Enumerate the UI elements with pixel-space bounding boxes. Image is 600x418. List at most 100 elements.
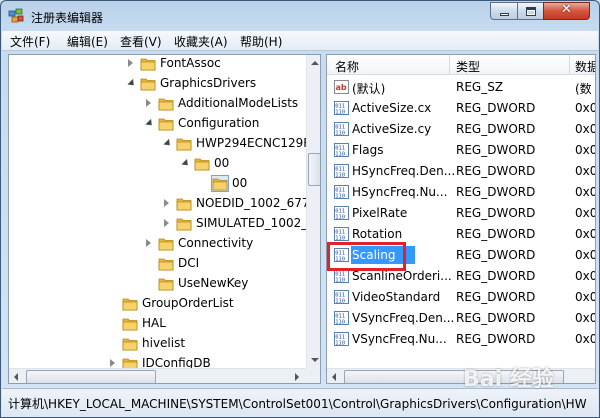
value-row[interactable]: 011 110 VSyncFreq.Nu... REG_DWORD 0x0 bbox=[327, 329, 595, 350]
value-row[interactable]: 011 110 HSyncFreq.Nu... REG_DWORD 0x0 bbox=[327, 182, 595, 203]
tree-item[interactable]: Configuration bbox=[9, 114, 309, 134]
tree-item[interactable]: AdditionalModeLists bbox=[9, 94, 309, 114]
svg-text:110: 110 bbox=[335, 173, 345, 179]
column-divider[interactable] bbox=[569, 55, 570, 75]
menu-file[interactable]: 文件(F) bbox=[10, 33, 50, 50]
tree-item[interactable]: HAL bbox=[9, 314, 309, 334]
menu-help[interactable]: 帮助(H) bbox=[240, 33, 282, 50]
menu-favorites[interactable]: 收藏夹(A) bbox=[174, 33, 228, 50]
collapsed-arrow-icon[interactable] bbox=[128, 59, 133, 67]
close-button[interactable]: ✕ bbox=[543, 2, 590, 20]
expanded-arrow-icon[interactable] bbox=[145, 118, 155, 129]
tree-item-label: 00 bbox=[214, 156, 230, 170]
title-bar[interactable]: 注册表编辑器 ✕ bbox=[1, 1, 599, 31]
scroll-down-button[interactable] bbox=[307, 352, 320, 368]
tree-item-label: DCI bbox=[178, 256, 200, 270]
tree-item-label: HWP294ECNC129R8 bbox=[196, 136, 320, 150]
tree-item[interactable]: hivelist bbox=[9, 334, 309, 354]
tree-item[interactable]: UseNewKey bbox=[9, 274, 309, 294]
registry-editor-window: 注册表编辑器 ✕ 文件(F) 编辑(E) 查看(V) 收藏夹(A) 帮助(H) … bbox=[0, 0, 600, 418]
value-type: REG_DWORD bbox=[456, 122, 536, 136]
svg-text:110: 110 bbox=[335, 215, 345, 221]
tree-vertical-scrollbar[interactable] bbox=[306, 55, 320, 368]
value-data: 0x0 bbox=[575, 227, 596, 241]
collapsed-arrow-icon[interactable] bbox=[110, 359, 115, 367]
value-row[interactable]: ab (默认) REG_SZ (数 bbox=[327, 77, 595, 98]
value-row[interactable]: 011 110 ActiveSize.cx REG_DWORD 0x0 bbox=[327, 98, 595, 119]
menu-edit[interactable]: 编辑(E) bbox=[67, 33, 108, 50]
column-header-data[interactable]: 数据 bbox=[575, 58, 595, 75]
tree-item[interactable]: DCI bbox=[9, 254, 309, 274]
scroll-right-button[interactable] bbox=[289, 369, 305, 383]
collapsed-arrow-icon[interactable] bbox=[146, 239, 151, 247]
value-type: REG_DWORD bbox=[456, 290, 536, 304]
collapsed-arrow-icon[interactable] bbox=[164, 219, 169, 227]
value-row[interactable]: 011 110 PixelRate REG_DWORD 0x0 bbox=[327, 203, 595, 224]
value-type: REG_DWORD bbox=[456, 227, 536, 241]
svg-text:110: 110 bbox=[335, 131, 345, 137]
menu-bar: 文件(F) 编辑(E) 查看(V) 收藏夹(A) 帮助(H) bbox=[2, 31, 598, 51]
minimize-icon bbox=[500, 13, 509, 16]
folder-icon bbox=[158, 96, 174, 111]
collapsed-arrow-icon[interactable] bbox=[164, 199, 169, 207]
tree-item[interactable]: GraphicsDrivers bbox=[9, 74, 309, 94]
expanded-arrow-icon[interactable] bbox=[163, 138, 173, 149]
value-data: 0x0 bbox=[575, 143, 596, 157]
binary-value-icon: 011 110 bbox=[334, 290, 349, 305]
value-type: REG_DWORD bbox=[456, 185, 536, 199]
folder-icon bbox=[122, 296, 138, 311]
tree-item[interactable]: NOEDID_1002_6779 bbox=[9, 194, 317, 214]
scroll-left-button[interactable] bbox=[9, 369, 25, 383]
svg-text:110: 110 bbox=[335, 299, 345, 305]
tree-item[interactable]: 00 bbox=[9, 174, 309, 194]
annotation-highlight-box bbox=[327, 242, 406, 271]
value-data: 0x0 bbox=[575, 290, 596, 304]
tree-item[interactable]: FontAssoc bbox=[9, 55, 309, 74]
collapsed-arrow-icon[interactable] bbox=[146, 99, 151, 107]
value-type: REG_DWORD bbox=[456, 311, 536, 325]
column-header-type[interactable]: 类型 bbox=[456, 58, 480, 75]
menu-view[interactable]: 查看(V) bbox=[120, 33, 162, 50]
list-horizontal-scrollbar[interactable] bbox=[327, 368, 595, 383]
maximize-button[interactable] bbox=[517, 2, 544, 20]
baidu-watermark: Bai 经验 bbox=[463, 367, 554, 392]
tree-item[interactable]: HWP294ECNC129R8 bbox=[9, 134, 319, 154]
tree-item[interactable]: GroupOrderList bbox=[9, 294, 309, 314]
minimize-button[interactable] bbox=[490, 2, 518, 20]
value-row[interactable]: 011 110 VideoStandard REG_DWORD 0x0 bbox=[327, 287, 595, 308]
folder-icon bbox=[158, 276, 174, 291]
arrow-up-icon bbox=[311, 61, 319, 65]
tree-horizontal-scrollbar[interactable] bbox=[9, 368, 320, 383]
tree-item[interactable]: SIMULATED_1002_67 bbox=[9, 214, 320, 234]
scroll-left-button[interactable] bbox=[327, 369, 343, 383]
folder-icon bbox=[176, 216, 192, 231]
folder-icon bbox=[140, 76, 156, 91]
value-row[interactable]: 011 110 ActiveSize.cy REG_DWORD 0x0 bbox=[327, 119, 595, 140]
tree-item-label: GraphicsDrivers bbox=[160, 76, 257, 90]
binary-value-icon: 011 110 bbox=[334, 101, 349, 116]
value-data: 0x0 bbox=[575, 269, 596, 283]
folder-icon bbox=[211, 175, 229, 192]
tree-item-label: NOEDID_1002_6779 bbox=[196, 196, 318, 210]
tree-item[interactable]: 00 bbox=[9, 154, 309, 174]
column-header-name[interactable]: 名称 bbox=[335, 58, 359, 75]
tree-item[interactable]: Connectivity bbox=[9, 234, 309, 254]
svg-text:110: 110 bbox=[335, 194, 345, 200]
column-divider[interactable] bbox=[449, 55, 450, 75]
value-data: 0x0 bbox=[575, 248, 596, 262]
folder-icon bbox=[122, 336, 138, 351]
svg-text:110: 110 bbox=[335, 236, 345, 242]
key-tree-pane: FontAssoc GraphicsDrivers AdditionalModeLi… bbox=[8, 54, 321, 384]
binary-value-icon: 011 110 bbox=[334, 206, 349, 221]
expanded-arrow-icon[interactable] bbox=[127, 78, 137, 89]
close-icon: ✕ bbox=[561, 2, 572, 17]
value-row[interactable]: 011 110 HSyncFreq.Den... REG_DWORD 0x0 bbox=[327, 161, 595, 182]
tree-item-label: AdditionalModeLists bbox=[178, 96, 299, 110]
scroll-thumb[interactable] bbox=[308, 153, 320, 186]
binary-value-icon: 011 110 bbox=[334, 143, 349, 158]
horizontal-scroll-thumb[interactable] bbox=[26, 370, 156, 383]
expanded-arrow-icon[interactable] bbox=[181, 158, 191, 169]
value-row[interactable]: 011 110 VSyncFreq.Den... REG_DWORD 0x0 bbox=[327, 308, 595, 329]
scroll-up-button[interactable] bbox=[307, 55, 320, 71]
value-row[interactable]: 011 110 Flags REG_DWORD 0x0 bbox=[327, 140, 595, 161]
